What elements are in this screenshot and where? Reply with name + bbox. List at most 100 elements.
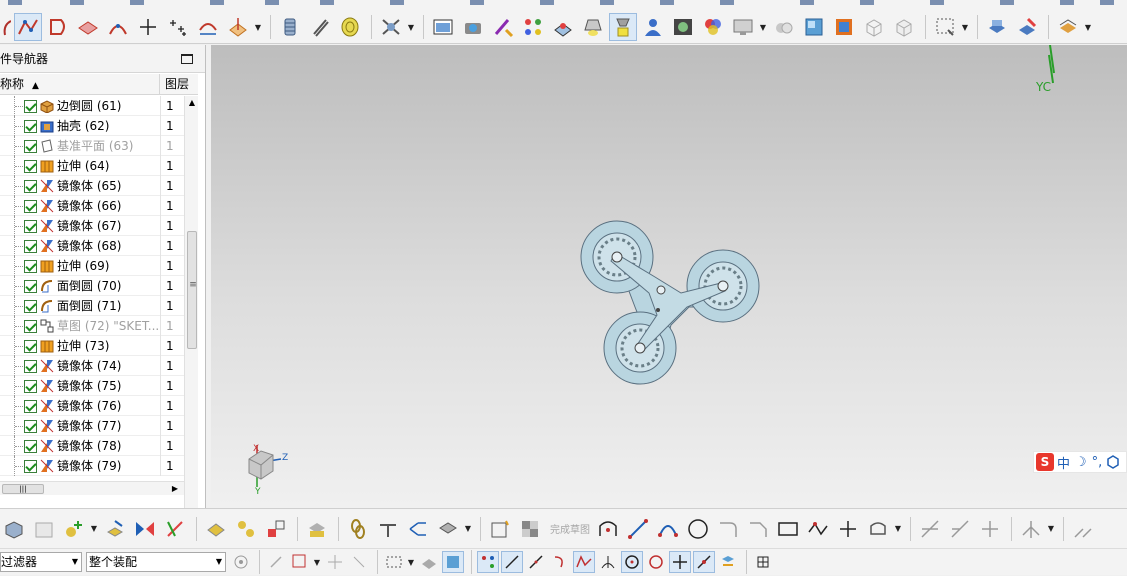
snap-line-icon[interactable]: [501, 551, 523, 573]
cube-outline-icon[interactable]: [860, 13, 888, 41]
scroll-thumb[interactable]: |||: [2, 484, 44, 494]
visibility-checkbox[interactable]: [24, 360, 37, 373]
chevron-down-icon[interactable]: ▼: [313, 548, 321, 576]
chevron-down-icon[interactable]: ▼: [1084, 13, 1092, 41]
arrange-icon[interactable]: [434, 515, 462, 543]
tree-node[interactable]: 镜像体 (66) 1: [0, 195, 184, 216]
snap-arc-icon[interactable]: [549, 551, 571, 573]
chevron-down-icon[interactable]: ▼: [961, 13, 969, 41]
extend-icon[interactable]: [946, 515, 974, 543]
chevron-down-icon[interactable]: ▼: [1047, 515, 1055, 543]
arc-icon[interactable]: [654, 515, 682, 543]
highlight-icon[interactable]: [609, 13, 637, 41]
filter-settings-icon[interactable]: [230, 551, 252, 573]
edit-icon[interactable]: [1013, 13, 1041, 41]
palette-icon[interactable]: [699, 13, 727, 41]
line-icon[interactable]: [624, 515, 652, 543]
visibility-checkbox[interactable]: [24, 280, 37, 293]
finish-sketch-label[interactable]: 完成草图: [550, 521, 590, 536]
helix-icon[interactable]: [306, 13, 334, 41]
chevron-down-icon[interactable]: ▼: [216, 553, 222, 571]
feature-select-icon[interactable]: [418, 551, 440, 573]
paint-icon[interactable]: [489, 13, 517, 41]
light-icon[interactable]: [579, 13, 607, 41]
circle-icon[interactable]: [684, 515, 712, 543]
grid-icon[interactable]: [752, 551, 774, 573]
tree-node[interactable]: 面倒圆 (71) 1: [0, 295, 184, 316]
chevron-down-icon[interactable]: ▼: [254, 13, 262, 41]
visibility-checkbox[interactable]: [24, 240, 37, 253]
extract-curve-icon[interactable]: [194, 13, 222, 41]
point-set-icon[interactable]: [164, 13, 192, 41]
general-selection-icon[interactable]: [265, 551, 287, 573]
ime-punct[interactable]: °,: [1092, 455, 1103, 470]
select-box-icon[interactable]: [931, 13, 959, 41]
surface-icon[interactable]: [74, 13, 102, 41]
tree-node[interactable]: 镜像体 (65) 1: [0, 175, 184, 196]
snap-bounded-icon[interactable]: [717, 551, 739, 573]
sketch-task-icon[interactable]: [486, 515, 514, 543]
visibility-checkbox[interactable]: [24, 380, 37, 393]
offset-curve-icon[interactable]: [864, 515, 892, 543]
body-select-icon[interactable]: [442, 551, 464, 573]
mirror-curve-icon[interactable]: [1017, 515, 1045, 543]
visibility-checkbox[interactable]: [24, 180, 37, 193]
rectangle-select-icon[interactable]: [383, 551, 405, 573]
tree-node[interactable]: 镜像体 (76) 1: [0, 395, 184, 416]
chevron-down-icon[interactable]: ▼: [90, 515, 98, 543]
render-icon[interactable]: [429, 13, 457, 41]
replace-component-icon[interactable]: [262, 515, 290, 543]
moon-icon[interactable]: ☽: [1075, 455, 1087, 470]
snap-perpendicular-icon[interactable]: [597, 551, 619, 573]
tree-node[interactable]: 基准平面 (63) 1: [0, 135, 184, 156]
tree-node[interactable]: 镜像体 (79) 1: [0, 455, 184, 476]
tree-node[interactable]: 镜像体 (75) 1: [0, 375, 184, 396]
graphics-viewport[interactable]: YC X Z Y S 中 ☽ °,: [211, 45, 1127, 508]
type-filter-dropdown[interactable]: 过滤器 ▼: [0, 552, 82, 572]
maximize-icon[interactable]: [181, 54, 193, 64]
photo-icon[interactable]: [669, 13, 697, 41]
profile-icon[interactable]: [594, 515, 622, 543]
point-icon[interactable]: [134, 13, 162, 41]
hierarchy-icon[interactable]: [404, 515, 432, 543]
column-header-name[interactable]: 称称 ▲: [0, 74, 160, 94]
rectangle-icon[interactable]: [774, 515, 802, 543]
studio-spline-icon[interactable]: [14, 13, 42, 41]
selection-scope-dropdown[interactable]: 整个装配 ▼: [86, 552, 226, 572]
finish-flag-icon[interactable]: [516, 515, 544, 543]
tree-node[interactable]: 边倒圆 (61) 1: [0, 96, 184, 116]
visibility-checkbox[interactable]: [24, 440, 37, 453]
visibility-checkbox[interactable]: [24, 140, 37, 153]
make-corner-icon[interactable]: [976, 515, 1004, 543]
trim-icon[interactable]: [916, 515, 944, 543]
link-icon[interactable]: [374, 515, 402, 543]
tree-node[interactable]: 镜像体 (77) 1: [0, 415, 184, 436]
scene-icon[interactable]: [549, 13, 577, 41]
cubes-icon[interactable]: [519, 13, 547, 41]
visibility-checkbox[interactable]: [24, 200, 37, 213]
ime-toolbar[interactable]: S 中 ☽ °,: [1033, 451, 1127, 473]
chamfer-icon[interactable]: [744, 515, 772, 543]
explode-icon[interactable]: [303, 515, 331, 543]
tree-node[interactable]: 拉伸 (73) 1: [0, 335, 184, 356]
visibility-checkbox[interactable]: [24, 460, 37, 473]
monitor-icon[interactable]: [729, 13, 757, 41]
mirror-assembly-icon[interactable]: [131, 515, 159, 543]
move-component-icon[interactable]: [101, 515, 129, 543]
tree-node[interactable]: 拉伸 (69) 1: [0, 255, 184, 276]
vertical-scrollbar[interactable]: ▲ ▼: [184, 96, 198, 520]
chevron-down-icon[interactable]: ▼: [72, 553, 78, 571]
point-icon[interactable]: [834, 515, 862, 543]
snap-on-curve-icon[interactable]: [693, 551, 715, 573]
snap-quadrant-icon[interactable]: [645, 551, 667, 573]
spring-icon[interactable]: [276, 13, 304, 41]
scroll-thumb[interactable]: [187, 231, 198, 349]
visibility-checkbox[interactable]: [24, 400, 37, 413]
snap-endpoint-icon[interactable]: [477, 551, 499, 573]
visibility-checkbox[interactable]: [24, 260, 37, 273]
tree-node[interactable]: 面倒圆 (70) 1: [0, 275, 184, 296]
assembly-icon[interactable]: [0, 515, 28, 543]
snap-line2-icon[interactable]: [525, 551, 547, 573]
layer-icon[interactable]: [1054, 13, 1082, 41]
box-icon[interactable]: [800, 13, 828, 41]
